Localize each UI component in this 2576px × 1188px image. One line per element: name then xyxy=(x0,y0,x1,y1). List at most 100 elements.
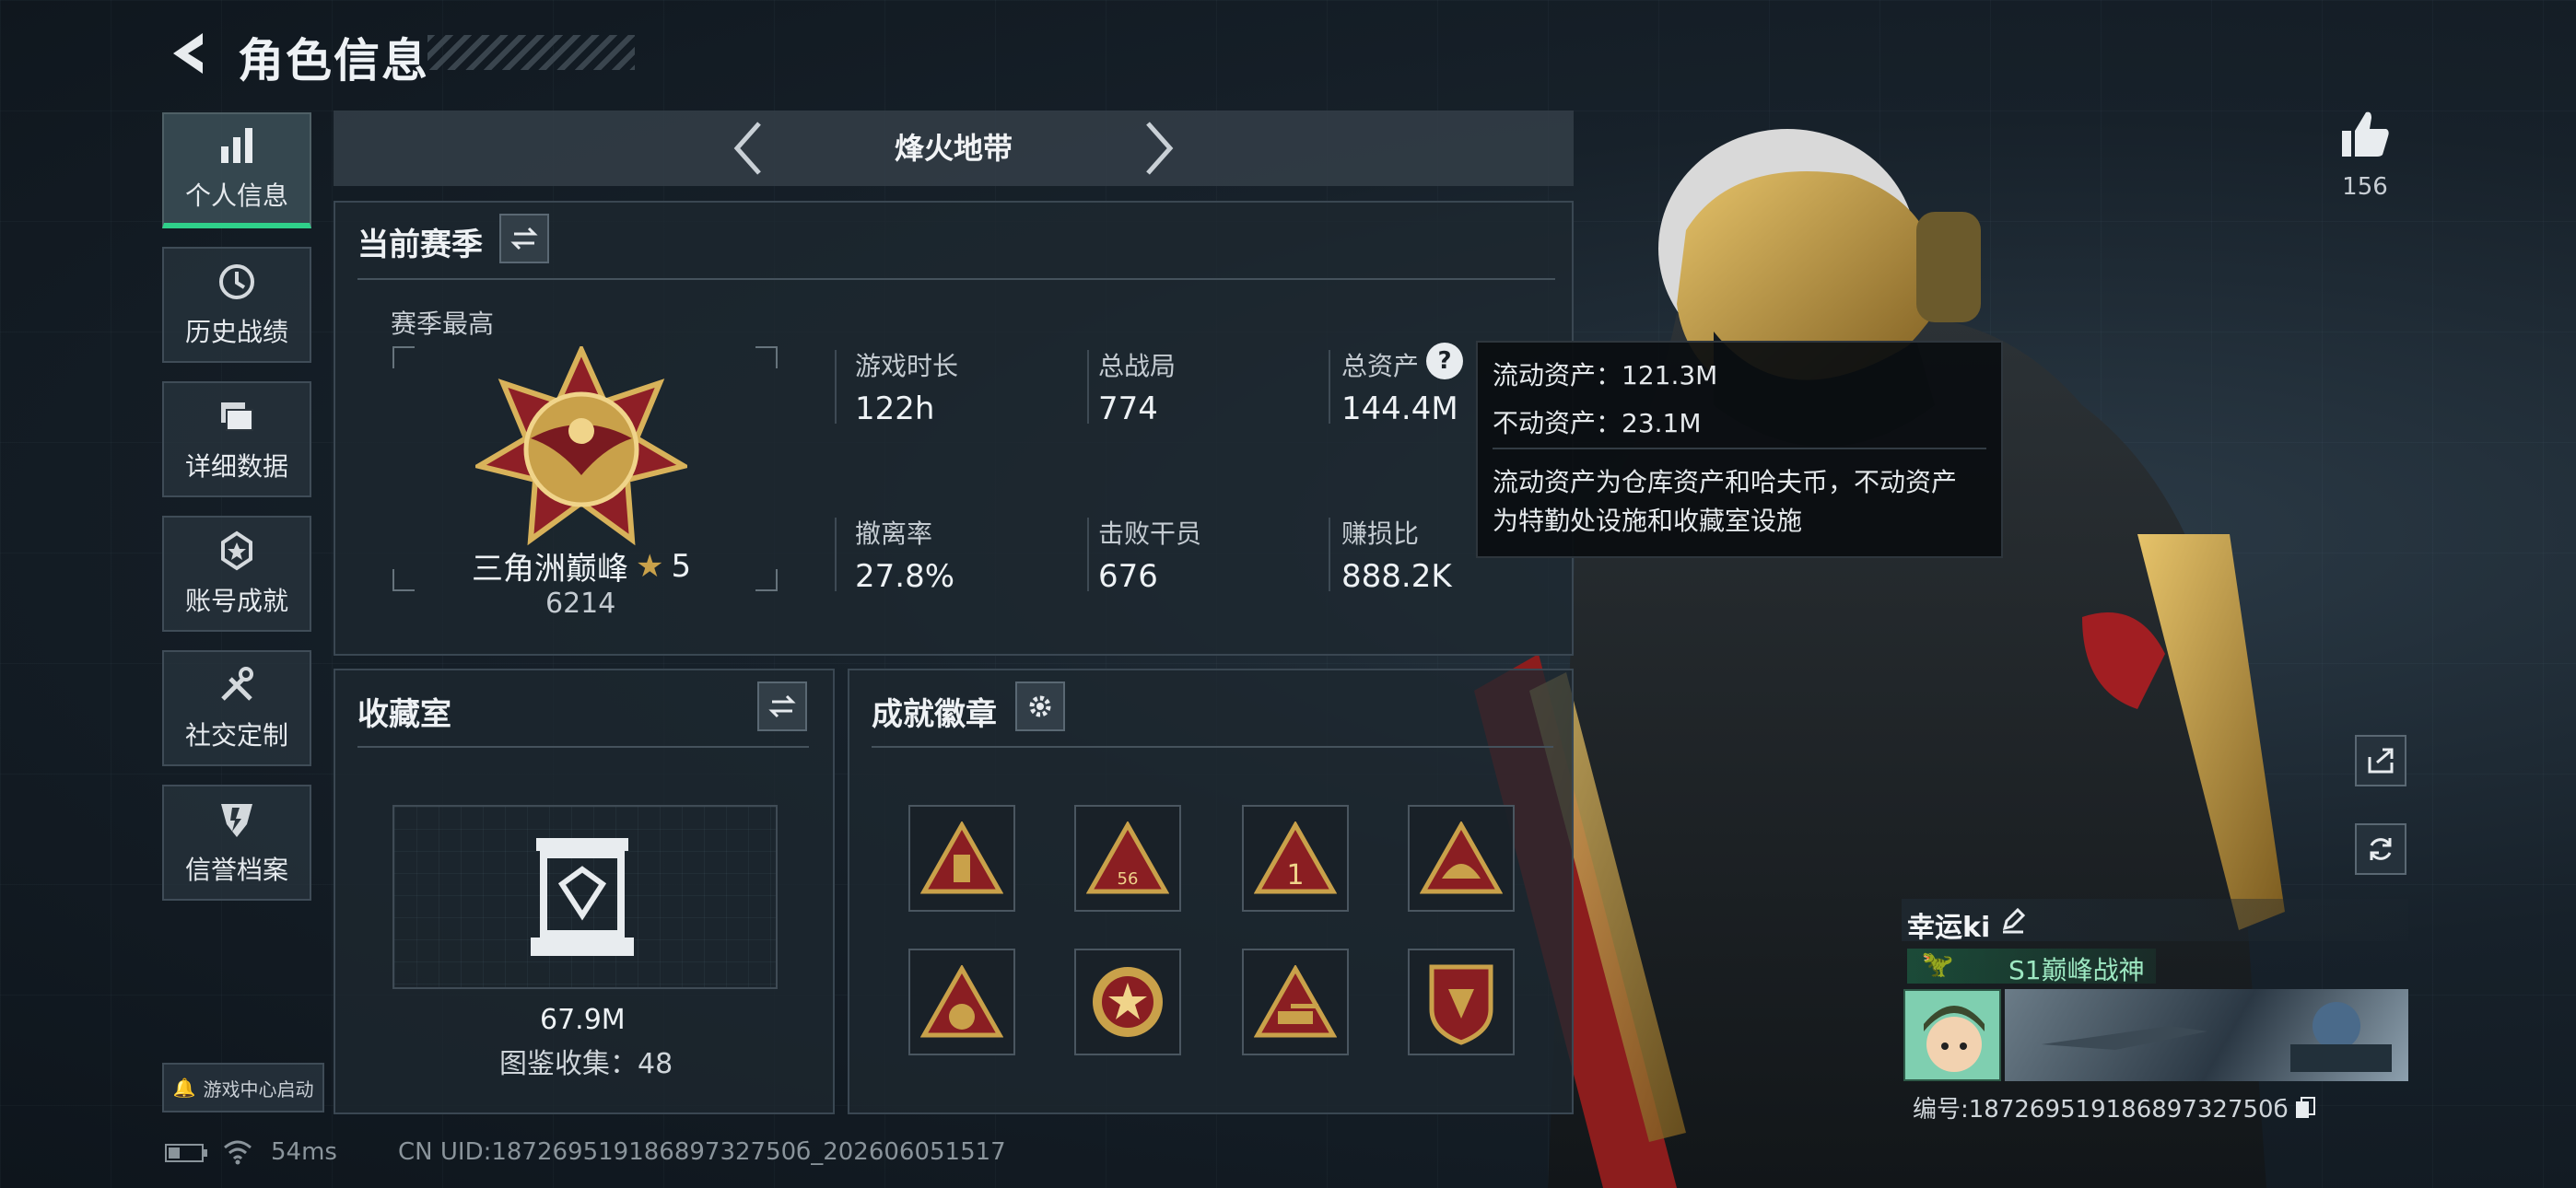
dinosaur-emblem-icon: 🦖 xyxy=(1921,949,1954,979)
refresh-button[interactable] xyxy=(2355,823,2406,875)
edit-icon[interactable] xyxy=(1999,906,2027,934)
chevron-right-icon[interactable] xyxy=(1141,118,1177,179)
badge-slot[interactable] xyxy=(1242,949,1349,1055)
stat-label-playtime: 游戏时长 xyxy=(855,351,959,381)
launcher-label: 游戏中心启动 xyxy=(203,1077,314,1101)
page-title: 角色信息 xyxy=(238,34,429,87)
stat-separator xyxy=(1329,518,1330,591)
game-center-launch-button[interactable]: 🔔 游戏中心启动 xyxy=(162,1063,324,1112)
badge-tank-icon xyxy=(1254,965,1337,1038)
display-case-icon xyxy=(531,838,634,956)
badge-bag-icon xyxy=(920,965,1003,1038)
chevron-left-icon[interactable] xyxy=(730,118,767,179)
swap-icon xyxy=(768,694,796,718)
frame-corner xyxy=(392,346,415,368)
badge-slot[interactable]: 1 xyxy=(1242,805,1349,912)
badge-slot[interactable] xyxy=(908,805,1015,912)
badges-title: 成就徽章 xyxy=(872,696,997,733)
collection-value: 67.9M xyxy=(540,1004,626,1036)
assets-tooltip: 流动资产：121.3M 不动资产：23.1M 流动资产为仓库资产和哈夫币，不动资… xyxy=(1476,341,2003,558)
nav-item-history[interactable]: 历史战绩 xyxy=(162,247,311,363)
nav-label: 账号成就 xyxy=(184,586,288,616)
nav-label: 信誉档案 xyxy=(184,855,288,885)
copy-icon[interactable] xyxy=(2294,1096,2316,1120)
swap-icon xyxy=(510,227,538,250)
season-highest-label: 赛季最高 xyxy=(391,309,495,339)
like-count: 156 xyxy=(2342,173,2388,201)
frame-corner xyxy=(392,569,415,591)
rank-medal-icon xyxy=(475,346,687,546)
rank-points: 6214 xyxy=(545,588,616,620)
tooltip-divider xyxy=(1493,448,1986,449)
share-icon xyxy=(2368,748,2394,774)
stat-label-total-matches: 总战局 xyxy=(1098,351,1177,381)
nav-item-personal-info[interactable]: 个人信息 xyxy=(162,112,311,228)
uid-text: CN UID:18726951918689732750б_20260605151… xyxy=(398,1138,1006,1166)
stat-value-playtime: 122h xyxy=(855,390,935,427)
stat-label-kills: 击败干员 xyxy=(1098,518,1202,549)
back-icon[interactable] xyxy=(162,28,214,79)
stat-separator xyxy=(1087,518,1089,591)
stat-value-total-matches: 774 xyxy=(1098,390,1158,427)
player-id: 编号:18726951918689732750б xyxy=(1913,1096,2289,1124)
badges-settings-button[interactable] xyxy=(1015,681,1065,731)
jet-banner-graphic xyxy=(2042,1002,2392,1072)
frame-corner xyxy=(755,346,778,368)
section-divider xyxy=(357,278,1555,280)
season-switch-button[interactable] xyxy=(499,214,549,263)
badge-slot[interactable]: 56 xyxy=(1074,805,1181,912)
badge-helmet-icon xyxy=(1420,821,1503,894)
stat-value-kills: 676 xyxy=(1098,558,1158,595)
nav-item-social-custom[interactable]: 社交定制 xyxy=(162,650,311,766)
history-icon xyxy=(219,264,254,299)
tools-icon xyxy=(221,667,253,701)
nav-label: 详细数据 xyxy=(184,451,288,482)
stat-label-total-assets: 总资产 xyxy=(1341,351,1420,381)
badge-star-medal-icon xyxy=(1093,967,1163,1037)
season-title: 当前赛季 xyxy=(357,227,483,263)
badge-one-icon: 1 xyxy=(1254,821,1337,894)
collection-switch-button[interactable] xyxy=(757,681,807,731)
thumbs-up-icon[interactable] xyxy=(2338,107,2392,160)
player-title: S1巅峰战神 xyxy=(2008,955,2145,985)
share-button[interactable] xyxy=(2355,735,2406,786)
wifi-icon xyxy=(224,1140,252,1165)
bell-icon: 🔔 xyxy=(172,1077,196,1099)
rank-stars: 5 xyxy=(671,547,692,585)
nav-label: 历史战绩 xyxy=(184,317,288,347)
stat-label-profit-ratio: 赚损比 xyxy=(1341,518,1420,549)
folder-icon xyxy=(221,402,253,431)
nav-item-achievements[interactable]: 账号成就 xyxy=(162,516,311,632)
stat-label-extract-rate: 撤离率 xyxy=(855,518,933,549)
stat-value-profit-ratio: 888.2K xyxy=(1341,558,1452,595)
gear-icon xyxy=(1029,695,1051,717)
star-icon: ★ xyxy=(636,547,664,585)
badge-slot[interactable] xyxy=(1408,949,1515,1055)
nav-item-detailed-data[interactable]: 详细数据 xyxy=(162,381,311,497)
avatar[interactable] xyxy=(1903,989,2001,1081)
refresh-icon xyxy=(2370,838,2392,860)
avatar-image xyxy=(1905,991,1999,1079)
mode-tab-title: 烽火地带 xyxy=(894,131,1013,166)
badge-slot[interactable] xyxy=(1074,949,1181,1055)
catalog-count: 图鉴收集：48 xyxy=(499,1048,673,1080)
bar-chart-icon xyxy=(221,128,252,163)
svg-text:56: 56 xyxy=(1118,869,1139,889)
rank-name: 三角洲巅峰 xyxy=(472,551,628,588)
nav-label: 个人信息 xyxy=(184,181,288,211)
stat-separator xyxy=(835,518,837,591)
tooltip-desc-line1: 流动资产为仓库资产和哈夫币，不动资产 xyxy=(1493,467,1958,497)
badge-bottle-icon xyxy=(920,821,1003,894)
nav-item-credit-record[interactable]: 信誉档案 xyxy=(162,785,311,901)
section-divider xyxy=(357,746,809,748)
stat-separator xyxy=(835,350,837,424)
badge-shield-icon xyxy=(1429,964,1493,1045)
badge-slot[interactable] xyxy=(1408,805,1515,912)
help-icon[interactable]: ? xyxy=(1426,343,1463,379)
badge-slot[interactable] xyxy=(908,949,1015,1055)
frame-corner xyxy=(755,569,778,591)
stat-value-total-assets: 144.4M xyxy=(1341,390,1458,427)
tooltip-desc-line2: 为特勤处设施和收藏室设施 xyxy=(1493,506,1803,536)
title-decoration xyxy=(427,35,635,70)
section-divider xyxy=(872,746,1553,748)
